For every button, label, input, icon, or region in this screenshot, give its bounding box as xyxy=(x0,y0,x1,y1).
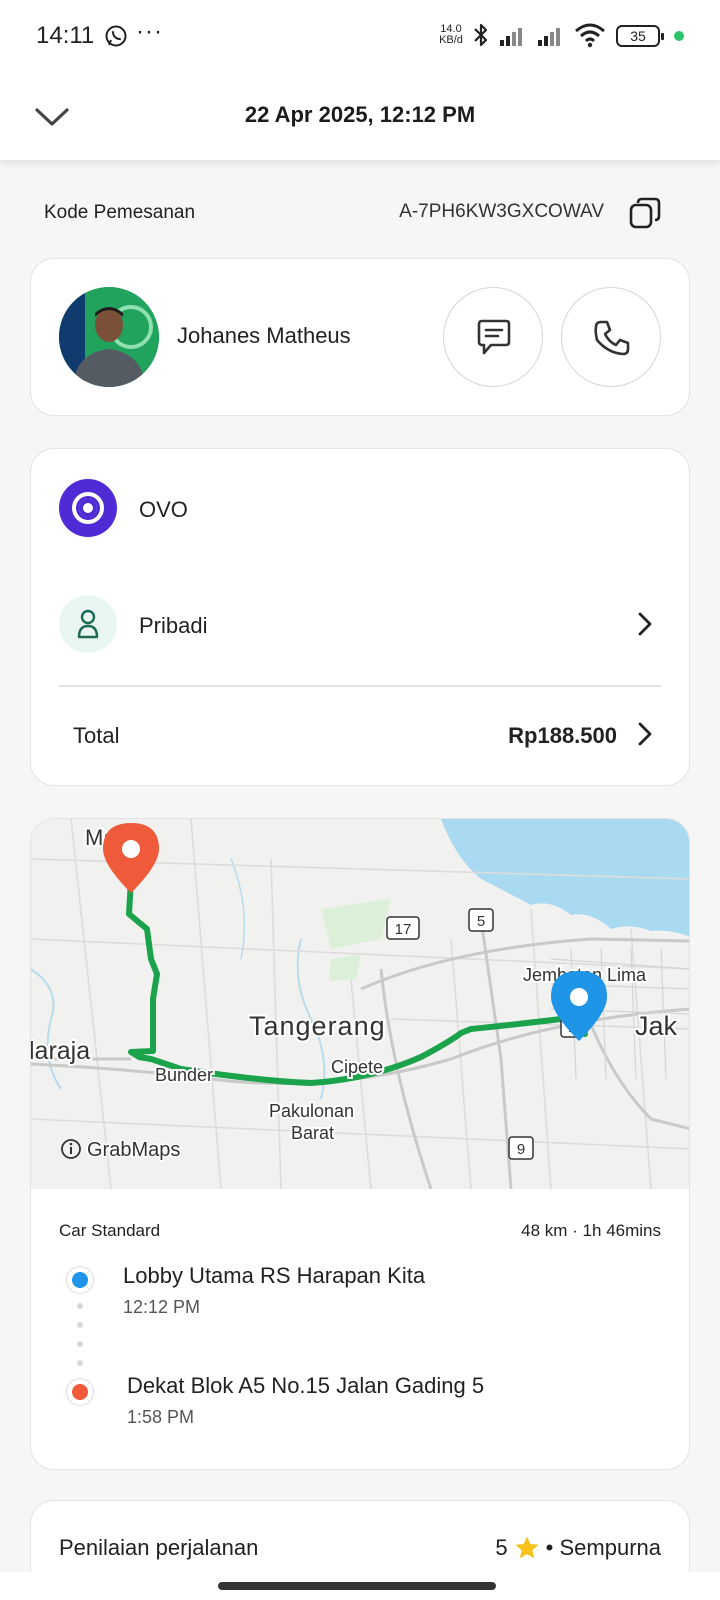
chevron-right-icon xyxy=(638,722,652,746)
whatsapp-icon xyxy=(105,25,127,47)
driver-card: Johanes Matheus xyxy=(30,258,690,416)
chat-icon xyxy=(477,319,511,355)
map-road-17: 17 xyxy=(395,921,412,938)
status-bar: 14:11 ··· 14.0 KB/d 35 xyxy=(0,0,720,72)
booking-code-row: Kode Pemesanan A-7PH6KW3GXCOWAV xyxy=(44,196,676,230)
star-icon xyxy=(515,1536,539,1559)
rating-label: Penilaian perjalanan xyxy=(59,1535,259,1560)
trip-distance-duration: 48 km · 1h 46mins xyxy=(521,1221,661,1240)
map-label-tangerang: Tangerang xyxy=(249,1011,386,1041)
map-label-barat: Barat xyxy=(291,1123,334,1143)
signal-icon xyxy=(538,28,560,46)
map-label-pakulonan: Pakulonan xyxy=(269,1101,354,1121)
bluetooth-icon xyxy=(474,23,488,47)
copy-icon[interactable] xyxy=(628,196,662,230)
person-icon xyxy=(59,595,117,653)
booking-code-value: A-7PH6KW3GXCOWAV xyxy=(399,201,604,222)
map-label-bunder: Bunder xyxy=(155,1065,213,1085)
dropoff-dot-icon xyxy=(67,1379,93,1405)
rating-stars-count: 5 xyxy=(495,1535,508,1560)
pickup-dot-icon xyxy=(67,1267,93,1293)
ovo-logo-icon xyxy=(59,479,117,537)
total-label: Total xyxy=(73,723,120,748)
payment-card: OVO Pribadi Total Rp188.500 xyxy=(30,448,690,786)
top-app-bar: 22 Apr 2025, 12:12 PM xyxy=(0,72,720,160)
phone-icon xyxy=(594,320,630,356)
map-road-9: 9 xyxy=(517,1141,525,1158)
trip-card: 17 5 9 1 Mauk Tangerang laraja Bunder Ci… xyxy=(30,818,690,1470)
map-label-balaraja: laraja xyxy=(31,1037,90,1065)
privacy-indicator-dot xyxy=(674,31,684,41)
route-connector xyxy=(77,1303,83,1369)
status-time: 14:11 xyxy=(36,22,95,49)
call-button[interactable] xyxy=(561,287,661,387)
dropoff-location: Dekat Blok A5 No.15 Jalan Gading 5 xyxy=(127,1373,485,1398)
wifi-icon xyxy=(575,23,605,48)
home-indicator[interactable] xyxy=(218,1582,496,1590)
dropoff-time: 1:58 PM xyxy=(127,1407,195,1427)
network-speed: 14.0 KB/d xyxy=(436,24,466,46)
battery-icon: 35 xyxy=(616,25,664,47)
profile-label: Pribadi xyxy=(139,613,208,638)
payment-method-label: OVO xyxy=(139,497,188,522)
driver-avatar xyxy=(59,287,159,387)
grabmaps-logo: GrabMaps xyxy=(87,1139,180,1161)
total-value: Rp188.500 xyxy=(508,723,617,748)
pickup-location: Lobby Utama RS Harapan Kita xyxy=(123,1263,426,1288)
route-map[interactable]: 17 5 9 1 Mauk Tangerang laraja Bunder Ci… xyxy=(31,819,689,1189)
map-road-5: 5 xyxy=(477,913,485,930)
map-label-jakarta: Jak xyxy=(635,1011,678,1041)
page-title: 22 Apr 2025, 12:12 PM xyxy=(244,102,476,127)
chat-button[interactable] xyxy=(443,287,543,387)
vehicle-type: Car Standard xyxy=(59,1221,161,1240)
rating-text: • Sempurna xyxy=(545,1535,661,1560)
booking-code-label: Kode Pemesanan xyxy=(44,202,196,223)
signal-icon xyxy=(500,28,522,46)
pickup-time: 12:12 PM xyxy=(123,1297,201,1317)
divider xyxy=(59,685,661,687)
more-notifications-icon: ··· xyxy=(136,18,163,45)
chevron-right-icon xyxy=(638,612,652,636)
map-label-cipete: Cipete xyxy=(331,1057,383,1077)
network-speed-unit: KB/d xyxy=(439,34,463,46)
driver-name: Johanes Matheus xyxy=(177,323,351,348)
rating-value: 5 • Sempurna xyxy=(495,1535,661,1561)
